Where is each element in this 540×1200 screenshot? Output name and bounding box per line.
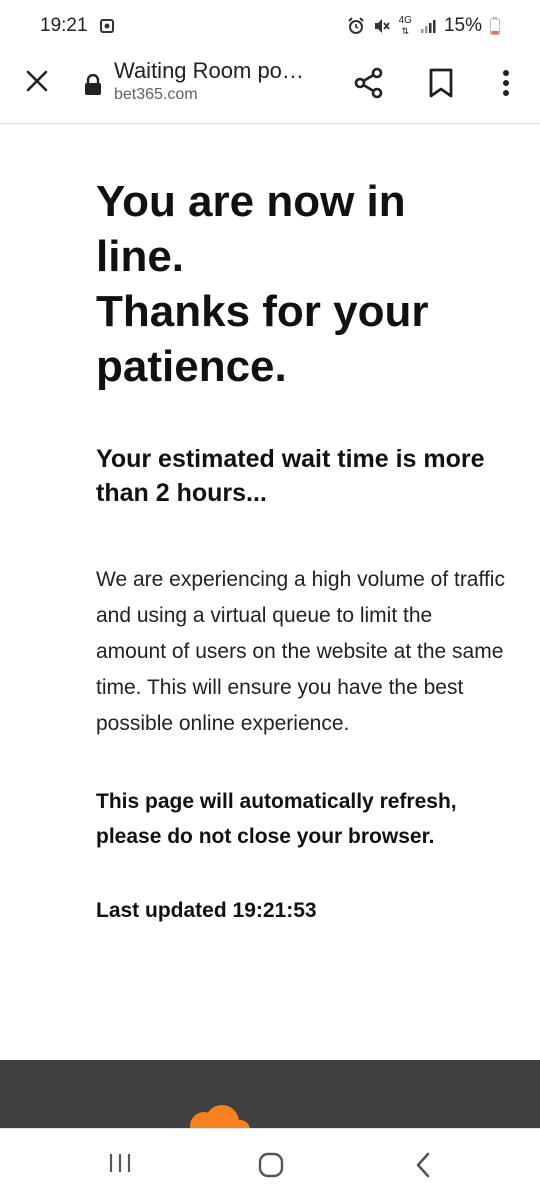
share-button[interactable] [352, 66, 386, 100]
status-right: 4G ⇅ 15% [347, 15, 500, 37]
heading-line: Thanks for your [96, 287, 429, 336]
wait-time-estimate: Your estimated wait time is more than 2 … [96, 445, 485, 507]
recent-apps-button[interactable] [108, 1151, 132, 1180]
page-url: bet365.com [114, 86, 198, 103]
lock-icon[interactable] [84, 73, 102, 96]
home-button[interactable] [257, 1151, 285, 1184]
custom-tab-toolbar: Waiting Room po… bet365.com [0, 52, 540, 124]
heading-line: patience. [96, 342, 287, 391]
close-button[interactable] [22, 68, 52, 98]
home-icon [257, 1151, 285, 1184]
page-title-area[interactable]: Waiting Room po… bet365.com [114, 58, 334, 104]
refresh-notice: This page will automatically refresh, pl… [96, 790, 457, 848]
cloudflare-logo-icon [182, 1104, 252, 1128]
page-title: Waiting Room po… [114, 58, 304, 83]
status-left: 19:21 [40, 15, 114, 37]
battery-percent: 15% [443, 15, 482, 36]
close-icon [25, 69, 49, 98]
screen-record-icon [99, 19, 114, 33]
last-updated: Last updated 19:21:53 [96, 899, 317, 922]
network-label: 4G [398, 15, 412, 26]
share-icon [352, 67, 386, 104]
recent-apps-icon [108, 1151, 132, 1180]
page-footer [0, 1060, 540, 1128]
more-options-button[interactable] [496, 66, 516, 100]
waiting-room-content: You are now in line. Thanks for your pat… [96, 124, 506, 926]
back-button[interactable] [412, 1151, 434, 1184]
status-time: 19:21 [40, 15, 88, 36]
status-bar: 19:21 4G ⇅ 15% [0, 0, 540, 52]
screen: 19:21 4G ⇅ 15% Waiting Room po… bet365.c… [0, 0, 540, 1200]
heading-line: You are now in [96, 177, 406, 226]
bookmark-button[interactable] [426, 66, 456, 100]
network-type: 4G ⇅ [398, 15, 412, 37]
signal-icon [420, 18, 436, 34]
more-vert-icon [496, 70, 516, 104]
alarm-icon [347, 17, 365, 35]
navigation-bar [0, 1128, 540, 1200]
page-heading: You are now in line. Thanks for your pat… [96, 174, 506, 394]
mute-icon [373, 17, 391, 35]
data-arrows-icon: ⇅ [401, 26, 410, 36]
battery-icon [490, 17, 500, 35]
back-icon [412, 1151, 434, 1184]
queue-description: We are experiencing a high volume of tra… [96, 568, 505, 735]
heading-line: line. [96, 232, 185, 281]
bookmark-icon [426, 68, 456, 104]
